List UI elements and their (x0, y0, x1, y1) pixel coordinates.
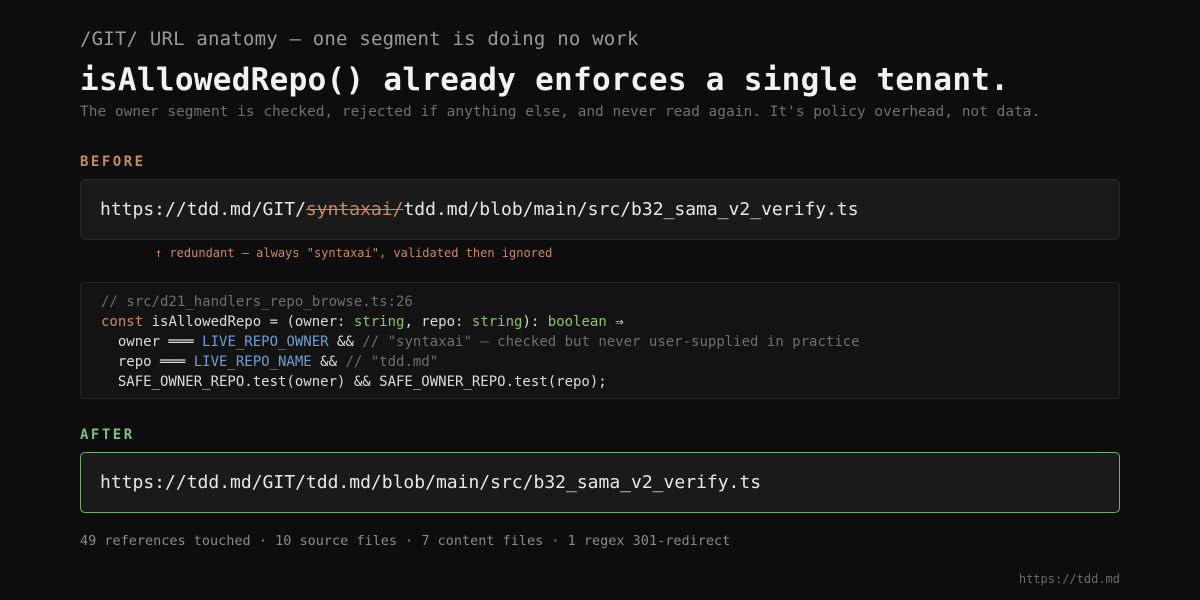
kicker: /GIT/ URL anatomy — one segment is doing… (80, 28, 639, 50)
before-label: BEFORE (80, 154, 146, 170)
code-comment: // "syntaxai" — checked but never user-s… (362, 334, 860, 350)
code-snippet: // src/d21_handlers_repo_browse.ts:26 co… (80, 282, 1120, 399)
stats-line: 49 references touched · 10 source files … (80, 533, 731, 549)
code-type: string (353, 314, 405, 330)
code-line: owner ═══ LIVE_REPO_OWNER && // "syntaxa… (101, 332, 1099, 352)
code-type: boolean (547, 314, 607, 330)
before-url-box: https://tdd.md/GIT/syntaxai/tdd.md/blob/… (80, 179, 1120, 240)
before-url-prefix: https://tdd.md/GIT/ (100, 199, 306, 220)
code-text: ⇒ (606, 314, 624, 330)
code-text: isAllowedRepo = (owner: (143, 314, 354, 330)
code-line: repo ═══ LIVE_REPO_NAME && // "tdd.md" (101, 352, 1099, 372)
code-text: repo ═══ (101, 354, 194, 370)
after-url: https://tdd.md/GIT/tdd.md/blob/main/src/… (100, 472, 762, 493)
code-text: && (328, 334, 363, 350)
slide: /GIT/ URL anatomy — one segment is doing… (80, 28, 1120, 549)
code-comment: // "tdd.md" (345, 354, 439, 370)
before-url-owner-segment: syntaxai/ (305, 199, 404, 220)
code-line: const isAllowedRepo = (owner: string, re… (101, 312, 1099, 332)
after-url-box: https://tdd.md/GIT/tdd.md/blob/main/src/… (80, 452, 1120, 513)
code-type: string (471, 314, 523, 330)
code-file-comment: // src/d21_handlers_repo_browse.ts:26 (101, 294, 413, 310)
code-text: owner ═══ (101, 334, 203, 350)
headline: isAllowedRepo() already enforces a singl… (80, 62, 1010, 98)
code-text: ): (522, 314, 548, 330)
code-line: SAFE_OWNER_REPO.test(owner) && SAFE_OWNE… (101, 374, 607, 390)
before-url-suffix: tdd.md/blob/main/src/b32_sama_v2_verify.… (403, 199, 859, 220)
after-label: AFTER (80, 427, 135, 443)
code-constant: LIVE_REPO_OWNER (202, 334, 329, 350)
subtitle: The owner segment is checked, rejected i… (80, 104, 1041, 120)
code-text: , repo: (404, 314, 472, 330)
code-keyword: const (101, 314, 144, 330)
redundant-note: ↑ redundant — always "syntaxai", validat… (155, 246, 553, 260)
code-text: && (311, 354, 346, 370)
footer-url: https://tdd.md (1018, 572, 1120, 586)
code-constant: LIVE_REPO_NAME (193, 354, 312, 370)
